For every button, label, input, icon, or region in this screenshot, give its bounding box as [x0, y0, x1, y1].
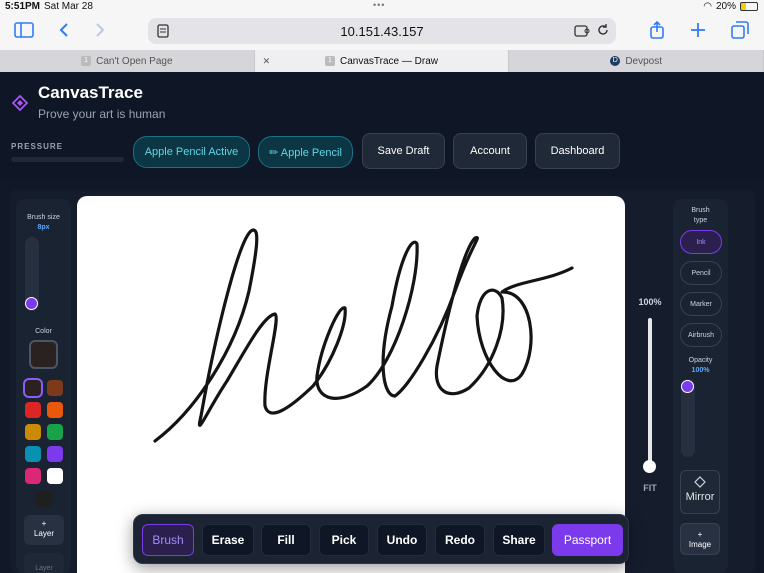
app-subtitle: Prove your art is human: [38, 107, 166, 121]
add-image-button[interactable]: + Image: [680, 523, 720, 555]
add-image-plus: +: [697, 530, 703, 539]
tab-label: Devpost: [625, 55, 663, 67]
wifi-icon: ◠: [703, 1, 712, 12]
color-swatch[interactable]: [25, 424, 41, 440]
zoom-level: 100%: [638, 297, 662, 307]
tab-cant-open[interactable]: 1 Can't Open Page: [0, 50, 255, 72]
mirror-button[interactable]: Mirror: [680, 470, 720, 514]
undo-button[interactable]: Undo: [377, 524, 427, 556]
share-button[interactable]: Share: [493, 524, 545, 556]
brush-type-label: Brush type: [673, 206, 728, 226]
brush-size-value: 8px: [37, 224, 50, 231]
new-tab-icon[interactable]: [686, 20, 710, 40]
brush-size-slider-thumb[interactable]: [25, 297, 38, 310]
mirror-icon: [681, 476, 719, 491]
reload-icon[interactable]: [596, 23, 610, 42]
tab-devpost[interactable]: D Devpost: [509, 50, 764, 72]
status-time: 5:51PM: [5, 1, 41, 12]
redo-button[interactable]: Redo: [435, 524, 485, 556]
save-draft-button[interactable]: Save Draft: [362, 133, 445, 169]
color-swatch[interactable]: [47, 468, 63, 484]
brush-type-label-line1: Brush: [691, 207, 710, 214]
extension-icon[interactable]: [574, 24, 590, 43]
browser-toolbar: 10.151.43.157: [0, 14, 764, 50]
tab-favicon: 1: [81, 56, 92, 66]
add-layer-plus: +: [41, 519, 47, 528]
tab-canvastrace[interactable]: ✕ 1 CanvasTrace — Draw: [254, 50, 510, 72]
app-title: CanvasTrace: [38, 83, 143, 102]
layer-button-secondary[interactable]: Layer: [24, 553, 64, 573]
color-swatch[interactable]: [36, 491, 52, 507]
tab-favicon: 1: [325, 56, 335, 66]
browser-tabs: 1 Can't Open Page ✕ 1 CanvasTrace — Draw…: [0, 50, 764, 72]
share-icon[interactable]: [645, 20, 669, 40]
tab-label: CanvasTrace — Draw: [340, 55, 438, 67]
account-button[interactable]: Account: [453, 133, 527, 169]
multitasking-dots-icon[interactable]: •••: [373, 0, 385, 10]
add-layer-label: Layer: [33, 529, 54, 538]
brush-type-label-line2: type: [693, 217, 708, 224]
add-layer-button[interactable]: + Layer: [24, 515, 64, 545]
pressure-meter: [11, 157, 124, 162]
pick-tool-button[interactable]: Pick: [319, 524, 369, 556]
opacity-slider-thumb[interactable]: [681, 380, 694, 393]
current-color-swatch[interactable]: [29, 340, 58, 369]
back-icon[interactable]: [52, 20, 76, 40]
color-swatch[interactable]: [23, 378, 43, 398]
color-swatch[interactable]: [47, 424, 63, 440]
zoom-slider[interactable]: [648, 318, 652, 468]
opacity-label: Opacity: [688, 357, 713, 364]
battery-icon: [740, 2, 758, 11]
ios-status-bar: 5:51PM Sat Mar 28 ••• ◠ 20%: [0, 0, 764, 14]
pressure-label: PRESSURE: [11, 142, 64, 151]
close-tab-icon[interactable]: ✕: [263, 56, 271, 67]
dashboard-button[interactable]: Dashboard: [535, 133, 620, 169]
passport-button[interactable]: Passport: [552, 524, 623, 556]
zoom-slider-thumb[interactable]: [643, 460, 656, 473]
brush-type-ink[interactable]: Ink: [680, 230, 722, 254]
mirror-label: Mirror: [685, 491, 715, 503]
color-swatch[interactable]: [47, 380, 63, 396]
status-right: ◠ 20%: [703, 1, 758, 12]
battery-percent: 20%: [715, 1, 736, 12]
brush-type-marker[interactable]: Marker: [680, 292, 722, 316]
add-image-label: Image: [688, 540, 712, 549]
address-bar[interactable]: 10.151.43.157: [148, 18, 616, 44]
fit-button[interactable]: FIT: [632, 483, 668, 493]
fill-tool-button[interactable]: Fill: [261, 524, 311, 556]
url-text: 10.151.43.157: [340, 24, 424, 39]
right-tool-panel: Brush type Ink Pencil Marker Airbrush Op…: [673, 199, 728, 573]
brush-tool-button[interactable]: Brush: [142, 524, 194, 556]
brush-type-airbrush[interactable]: Airbrush: [680, 323, 722, 347]
color-swatch[interactable]: [25, 402, 41, 418]
apple-pencil-button[interactable]: ✏ Apple Pencil: [258, 136, 353, 168]
apple-pencil-active-badge[interactable]: Apple Pencil Active: [133, 136, 250, 168]
sidebar-toggle-icon[interactable]: [12, 20, 36, 40]
color-swatch[interactable]: [25, 468, 41, 484]
left-tool-panel: Brush size 8px Color + Layer Layer: [16, 199, 71, 573]
brush-type-pencil[interactable]: Pencil: [680, 261, 722, 285]
diamond-logo-icon: [11, 94, 29, 114]
color-label: Color: [35, 328, 52, 335]
status-date: Sat Mar 28: [44, 1, 93, 12]
brush-size-label: Brush size: [27, 214, 60, 221]
color-swatch[interactable]: [47, 446, 63, 462]
tab-overview-icon[interactable]: [728, 20, 752, 40]
color-swatch[interactable]: [47, 402, 63, 418]
erase-tool-button[interactable]: Erase: [202, 524, 254, 556]
opacity-value: 100%: [691, 367, 710, 374]
forward-icon[interactable]: [88, 20, 112, 40]
app-header: CanvasTrace Prove your art is human PRES…: [0, 72, 764, 180]
bottom-toolbar: Brush Erase Fill Pick Undo Redo Share Pa…: [133, 514, 629, 564]
tab-label: Can't Open Page: [96, 55, 173, 67]
tab-favicon: D: [610, 56, 621, 66]
color-swatch[interactable]: [25, 446, 41, 462]
